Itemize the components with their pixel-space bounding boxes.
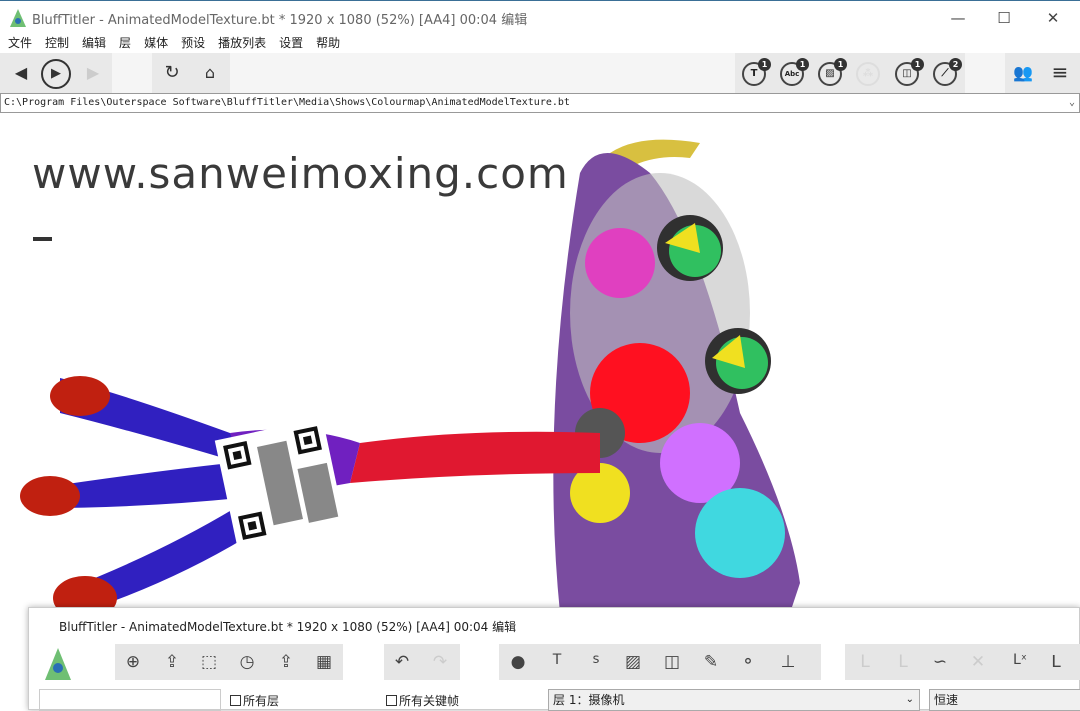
film-icon[interactable]: ▦: [313, 652, 335, 672]
menu-file[interactable]: 文件: [8, 33, 32, 53]
refresh-icon[interactable]: ↻: [161, 62, 183, 84]
window-title: BluffTitler - AnimatedModelTexture.bt * …: [32, 13, 528, 28]
particle-layer-button[interactable]: ⁂: [856, 62, 880, 86]
menu-settings[interactable]: 设置: [279, 33, 303, 53]
menu-media[interactable]: 媒体: [144, 33, 168, 53]
chevron-down-icon[interactable]: ⌄: [1069, 94, 1075, 112]
title-bar: BluffTitler - AnimatedModelTexture.bt * …: [0, 0, 1080, 33]
chevron-down-icon[interactable]: ⌄: [906, 690, 914, 710]
l-icon[interactable]: ᒪ: [1045, 652, 1067, 672]
cross-icon[interactable]: ✕: [967, 652, 989, 672]
blob-icon[interactable]: ●: [507, 652, 529, 672]
speed-select-value: 恒速: [934, 693, 959, 707]
forward-arrow-icon[interactable]: ▶: [82, 62, 104, 84]
nodes-icon[interactable]: ⚬: [737, 652, 759, 672]
main-toolbar: ◀ ▶ ▶ ↻ ⌂ T1 Abc 1 ▨ 1 ⁂ ◫ 1 ⟋ 2 👥 ≡: [0, 53, 1080, 93]
editor-title: BluffTitler - AnimatedModelTexture.bt * …: [59, 620, 517, 634]
text-icon[interactable]: T: [546, 652, 568, 668]
picture-layer-button[interactable]: ▨ 1: [818, 58, 847, 86]
hamburger-menu-icon[interactable]: ≡: [1048, 61, 1072, 83]
key-icon-disabled-2[interactable]: L: [892, 652, 914, 672]
key-icon-disabled[interactable]: L: [854, 652, 876, 672]
count-badge: 1: [911, 58, 924, 71]
editor-window: BluffTitler - AnimatedModelTexture.bt * …: [28, 607, 1080, 711]
checkbox-label: 所有层: [243, 694, 280, 708]
clock-icon[interactable]: ◷: [236, 652, 258, 672]
home-icon[interactable]: ⌂: [199, 62, 221, 84]
layer-select[interactable]: 层 1：摄像机 ⌄: [548, 689, 920, 711]
menu-control[interactable]: 控制: [45, 33, 69, 53]
checkbox-label: 所有关键帧: [399, 694, 460, 708]
all-keyframes-checkbox[interactable]: 所有关键帧: [386, 692, 459, 709]
count-badge: 2: [949, 58, 962, 71]
count-badge: 1: [834, 58, 847, 71]
menu-help[interactable]: 帮助: [316, 33, 340, 53]
abc-layer-button[interactable]: Abc 1: [780, 58, 809, 86]
model-layer-button[interactable]: ◫ 1: [895, 58, 924, 86]
minimize-button[interactable]: —: [935, 5, 981, 31]
menu-bar: 文件 控制 编辑层媒体 预设 播放列表 设置 帮助: [0, 33, 1080, 53]
checkbox-icon[interactable]: [230, 695, 241, 706]
speed-select[interactable]: 恒速: [929, 689, 1080, 711]
add-layer-icon[interactable]: ⊕: [122, 652, 144, 672]
maximize-button[interactable]: ☐: [981, 5, 1027, 31]
play-button[interactable]: ▶: [41, 59, 71, 89]
qr-code-image: [214, 417, 346, 549]
picture-icon[interactable]: ▨: [622, 652, 644, 672]
pencil-layer-button[interactable]: ⟋ 2: [933, 58, 962, 86]
search-input[interactable]: [39, 689, 221, 711]
menu-presets[interactable]: 预设: [181, 33, 205, 53]
import-icon[interactable]: ⇪: [275, 652, 297, 672]
eraser-icon[interactable]: ✎: [700, 652, 722, 672]
layer-select-value: 层 1：摄像机: [553, 693, 625, 707]
app-logo-icon: [45, 648, 71, 680]
checkbox-icon[interactable]: [386, 695, 397, 706]
select-frame-icon[interactable]: ⬚: [198, 652, 220, 672]
redo-icon[interactable]: ↷: [429, 652, 451, 672]
menu-edit[interactable]: 编辑: [82, 33, 106, 53]
count-badge: 1: [758, 58, 771, 71]
loop-icon[interactable]: ∽: [929, 652, 951, 672]
align-bottom-icon[interactable]: ⊥: [777, 652, 799, 672]
close-button[interactable]: ✕: [1030, 5, 1076, 31]
lx-icon[interactable]: Lˣ: [1009, 652, 1031, 668]
s-icon[interactable]: s: [585, 652, 607, 667]
users-icon[interactable]: 👥: [1008, 62, 1038, 84]
cube-icon[interactable]: ◫: [661, 652, 683, 672]
all-layers-checkbox[interactable]: 所有层: [230, 692, 279, 709]
app-logo-icon: [10, 9, 26, 27]
count-badge: 1: [796, 58, 809, 71]
path-dropdown[interactable]: C:\Program Files\Outerspace Software\Blu…: [0, 93, 1080, 113]
open-folder-icon[interactable]: ⇪: [161, 652, 183, 672]
menu-playlist[interactable]: 播放列表: [218, 33, 266, 53]
back-arrow-icon[interactable]: ◀: [10, 62, 32, 84]
menu-layer[interactable]: 层: [119, 33, 131, 53]
text-layer-button[interactable]: T1: [742, 58, 771, 86]
undo-icon[interactable]: ↶: [391, 652, 413, 672]
path-text: C:\Program Files\Outerspace Software\Blu…: [4, 97, 570, 108]
